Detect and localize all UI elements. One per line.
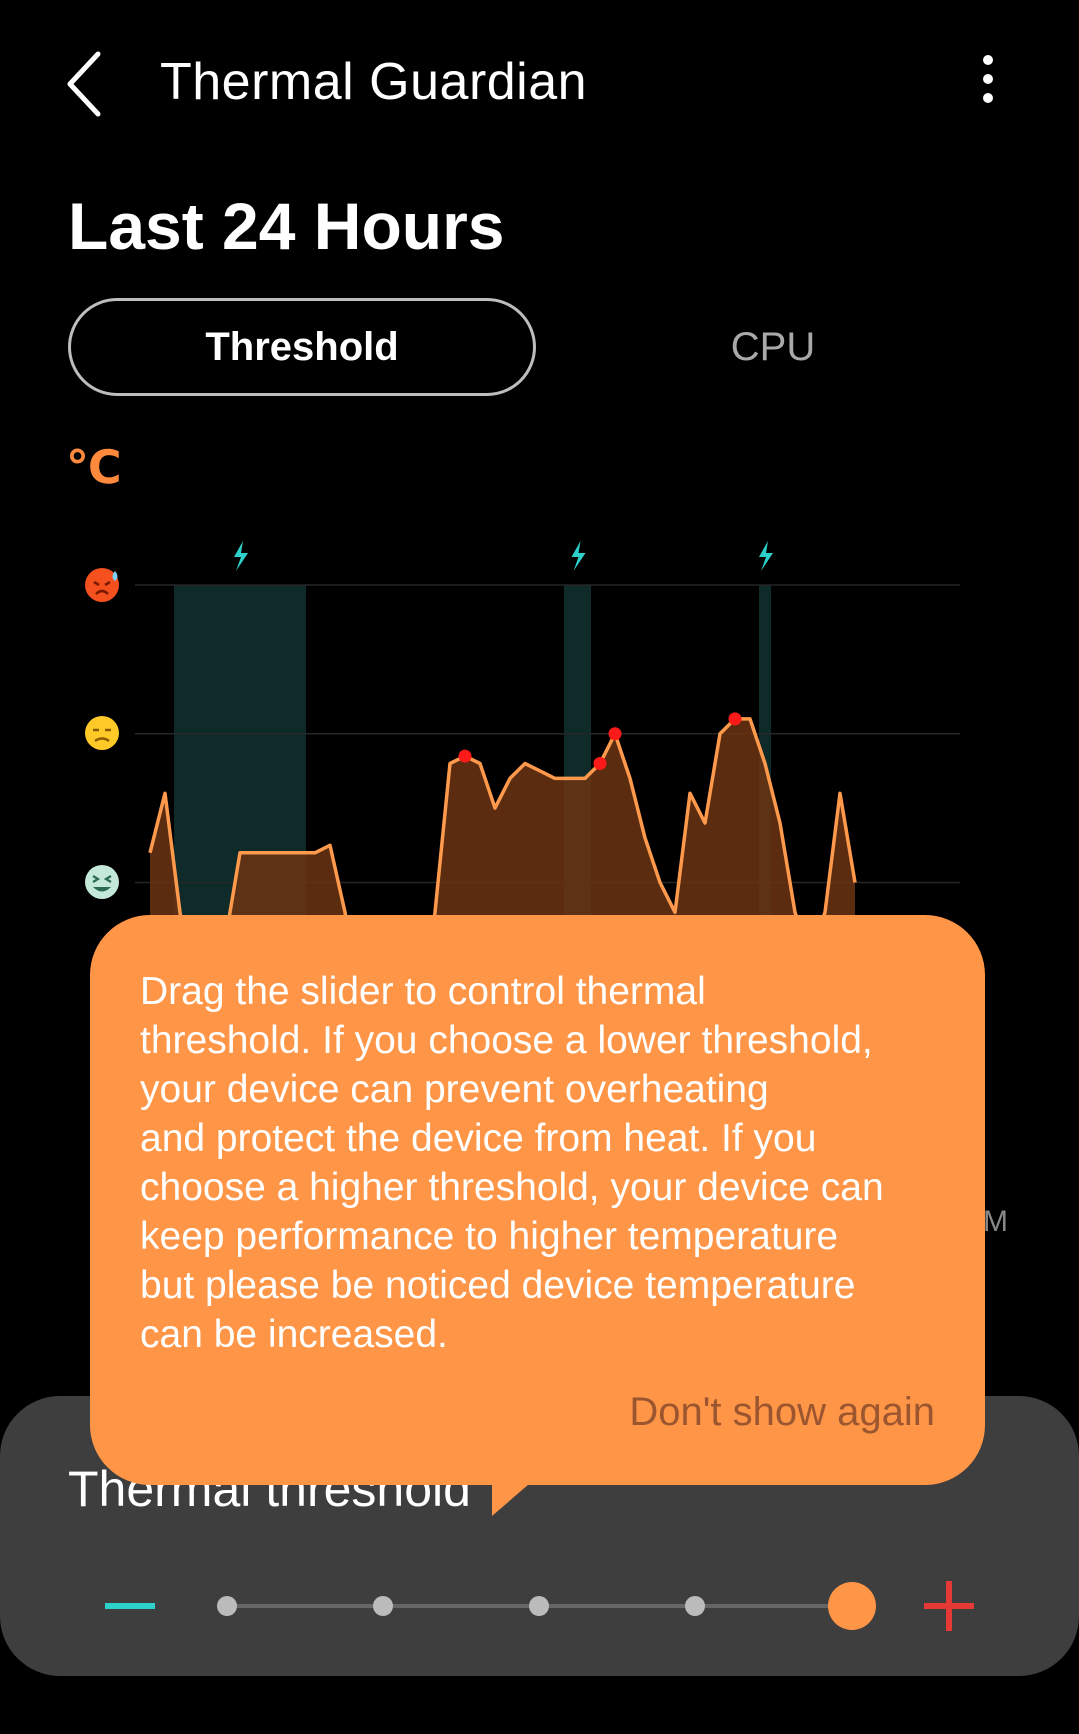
peak-marker — [728, 712, 742, 726]
section-title: Last 24 Hours — [68, 189, 505, 263]
tooltip-text: Drag the slider to control thermal thres… — [140, 970, 884, 1356]
chevron-left-icon — [67, 51, 101, 117]
threshold-tooltip: Drag the slider to control thermal thres… — [90, 915, 985, 1485]
worried-face-icon — [85, 716, 119, 750]
hot-face-icon — [85, 568, 119, 602]
tooltip-pointer — [492, 1478, 536, 1516]
peak-markers — [458, 712, 742, 770]
tab-bar: Threshold CPU — [68, 298, 1008, 400]
back-button[interactable] — [58, 44, 122, 124]
peak-marker — [608, 727, 622, 741]
x-axis-label-partial: M — [983, 1205, 1008, 1238]
app-bar: Thermal Guardian — [0, 0, 1079, 170]
slider-step[interactable] — [373, 1596, 393, 1616]
dont-show-again-button[interactable]: Don't show again — [629, 1390, 935, 1435]
minus-icon[interactable] — [105, 1603, 155, 1609]
lightning-icon — [571, 541, 586, 571]
slider-step[interactable] — [685, 1596, 705, 1616]
lightning-icon — [759, 541, 773, 571]
more-vertical-icon — [983, 55, 993, 103]
slider-thumb[interactable] — [828, 1582, 876, 1630]
more-options-button[interactable] — [968, 52, 1008, 112]
temperature-unit-label: ℃ — [66, 441, 122, 493]
slider-step[interactable] — [529, 1596, 549, 1616]
peak-marker — [593, 757, 607, 770]
charging-icons — [234, 541, 773, 571]
grin-face-icon — [85, 865, 119, 899]
peak-marker — [458, 749, 472, 763]
plus-icon[interactable] — [924, 1581, 974, 1631]
threshold-slider[interactable] — [90, 1576, 990, 1636]
tab-threshold[interactable]: Threshold — [68, 298, 536, 396]
lightning-icon — [234, 541, 248, 571]
tab-cpu[interactable]: CPU — [538, 298, 1008, 396]
app-title: Thermal Guardian — [160, 53, 588, 111]
slider-step[interactable] — [217, 1596, 237, 1616]
